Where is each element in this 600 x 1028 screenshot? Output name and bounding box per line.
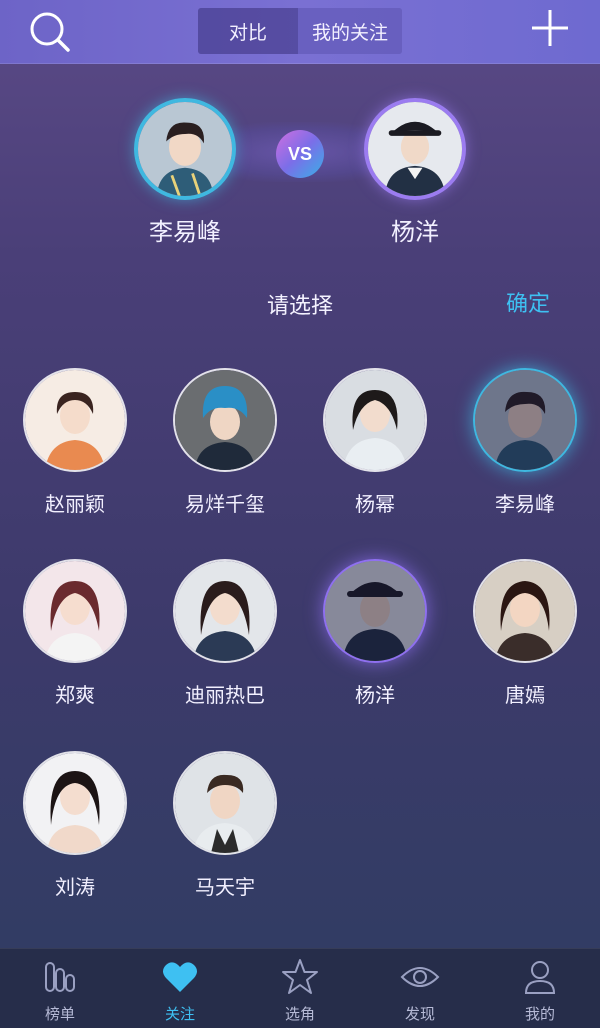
portrait-icon (175, 370, 275, 470)
portrait-icon (475, 370, 575, 470)
eye-icon (400, 967, 440, 987)
tab-label: 榜单 (44, 1005, 75, 1023)
tab-compare[interactable]: 对比 (198, 8, 298, 54)
celebrity-avatar (473, 368, 577, 472)
versus-right-avatar[interactable] (364, 98, 466, 200)
confirm-button[interactable]: 确定 (506, 286, 550, 318)
celebrity-name: 易烊千玺 (185, 492, 265, 516)
portrait-icon (25, 561, 125, 661)
celebrity-avatar (323, 559, 427, 663)
heart-icon (163, 962, 197, 992)
celebrity-item[interactable]: 郑爽 (0, 559, 150, 729)
tab-label: 关注 (164, 1005, 195, 1023)
portrait-icon (175, 561, 275, 661)
celebrity-avatar (173, 368, 277, 472)
portrait-icon (175, 753, 275, 853)
tab-my-follows[interactable]: 我的关注 (298, 8, 402, 54)
versus-right-name: 杨洋 (391, 218, 439, 246)
versus-left-name: 李易峰 (149, 218, 221, 246)
celebrity-avatar (23, 559, 127, 663)
celebrity-name: 杨洋 (355, 683, 395, 707)
portrait-icon (138, 102, 232, 196)
celebrity-item[interactable]: 唐嫣 (450, 559, 600, 729)
portrait-icon (475, 561, 575, 661)
celebrity-avatar (23, 751, 127, 855)
celebrity-item-selected-right[interactable]: 杨洋 (300, 559, 450, 729)
celebrity-name: 李易峰 (495, 492, 555, 516)
celebrity-name: 迪丽热巴 (185, 683, 265, 707)
celebrity-item[interactable]: 易烊千玺 (150, 368, 300, 538)
tab-rankings[interactable]: 榜单 (0, 949, 120, 1028)
tab-label: 发现 (404, 1005, 435, 1023)
celebrity-item[interactable]: 马天宇 (150, 751, 300, 921)
plus-icon (532, 10, 568, 46)
bottom-tab-bar: 榜单 关注 选角 发现 我的 (0, 948, 600, 1028)
celebrity-avatar (473, 559, 577, 663)
celebrity-item[interactable]: 赵丽颖 (0, 368, 150, 538)
tab-discover[interactable]: 发现 (360, 949, 480, 1028)
celebrity-item[interactable]: 刘涛 (0, 751, 150, 921)
top-bar: 对比 我的关注 (0, 0, 600, 64)
celebrity-avatar (323, 368, 427, 472)
portrait-icon (25, 753, 125, 853)
tab-profile[interactable]: 我的 (480, 949, 600, 1028)
versus-left-avatar[interactable] (134, 98, 236, 200)
celebrity-avatar (173, 559, 277, 663)
star-icon (282, 959, 318, 994)
celebrity-name: 郑爽 (55, 683, 95, 707)
portrait-icon (25, 370, 125, 470)
tab-casting[interactable]: 选角 (240, 949, 360, 1028)
celebrity-avatar (173, 751, 277, 855)
celebrity-item-selected-left[interactable]: 李易峰 (450, 368, 600, 538)
chart-bars-icon (45, 962, 75, 992)
search-button[interactable] (26, 8, 74, 56)
search-icon (30, 12, 70, 52)
celebrity-name: 刘涛 (55, 875, 95, 899)
celebrity-name: 杨幂 (355, 492, 395, 516)
celebrity-item[interactable]: 杨幂 (300, 368, 450, 538)
tab-label: 我的 (524, 1005, 555, 1023)
celebrity-name: 赵丽颖 (45, 492, 105, 516)
tab-label: 选角 (284, 1005, 315, 1023)
portrait-icon (368, 102, 462, 196)
portrait-icon (325, 370, 425, 470)
add-button[interactable] (528, 6, 572, 50)
versus-panel: VS 李易峰 杨洋 (0, 92, 600, 262)
segment-control: 对比 我的关注 (198, 8, 402, 54)
vs-badge: VS (276, 130, 324, 178)
celebrity-name: 马天宇 (195, 875, 255, 899)
celebrity-item[interactable]: 迪丽热巴 (150, 559, 300, 729)
celebrity-avatar (23, 368, 127, 472)
tab-follow[interactable]: 关注 (120, 949, 240, 1028)
celebrity-name: 唐嫣 (505, 683, 545, 707)
user-icon (524, 961, 556, 994)
portrait-icon (325, 561, 425, 661)
